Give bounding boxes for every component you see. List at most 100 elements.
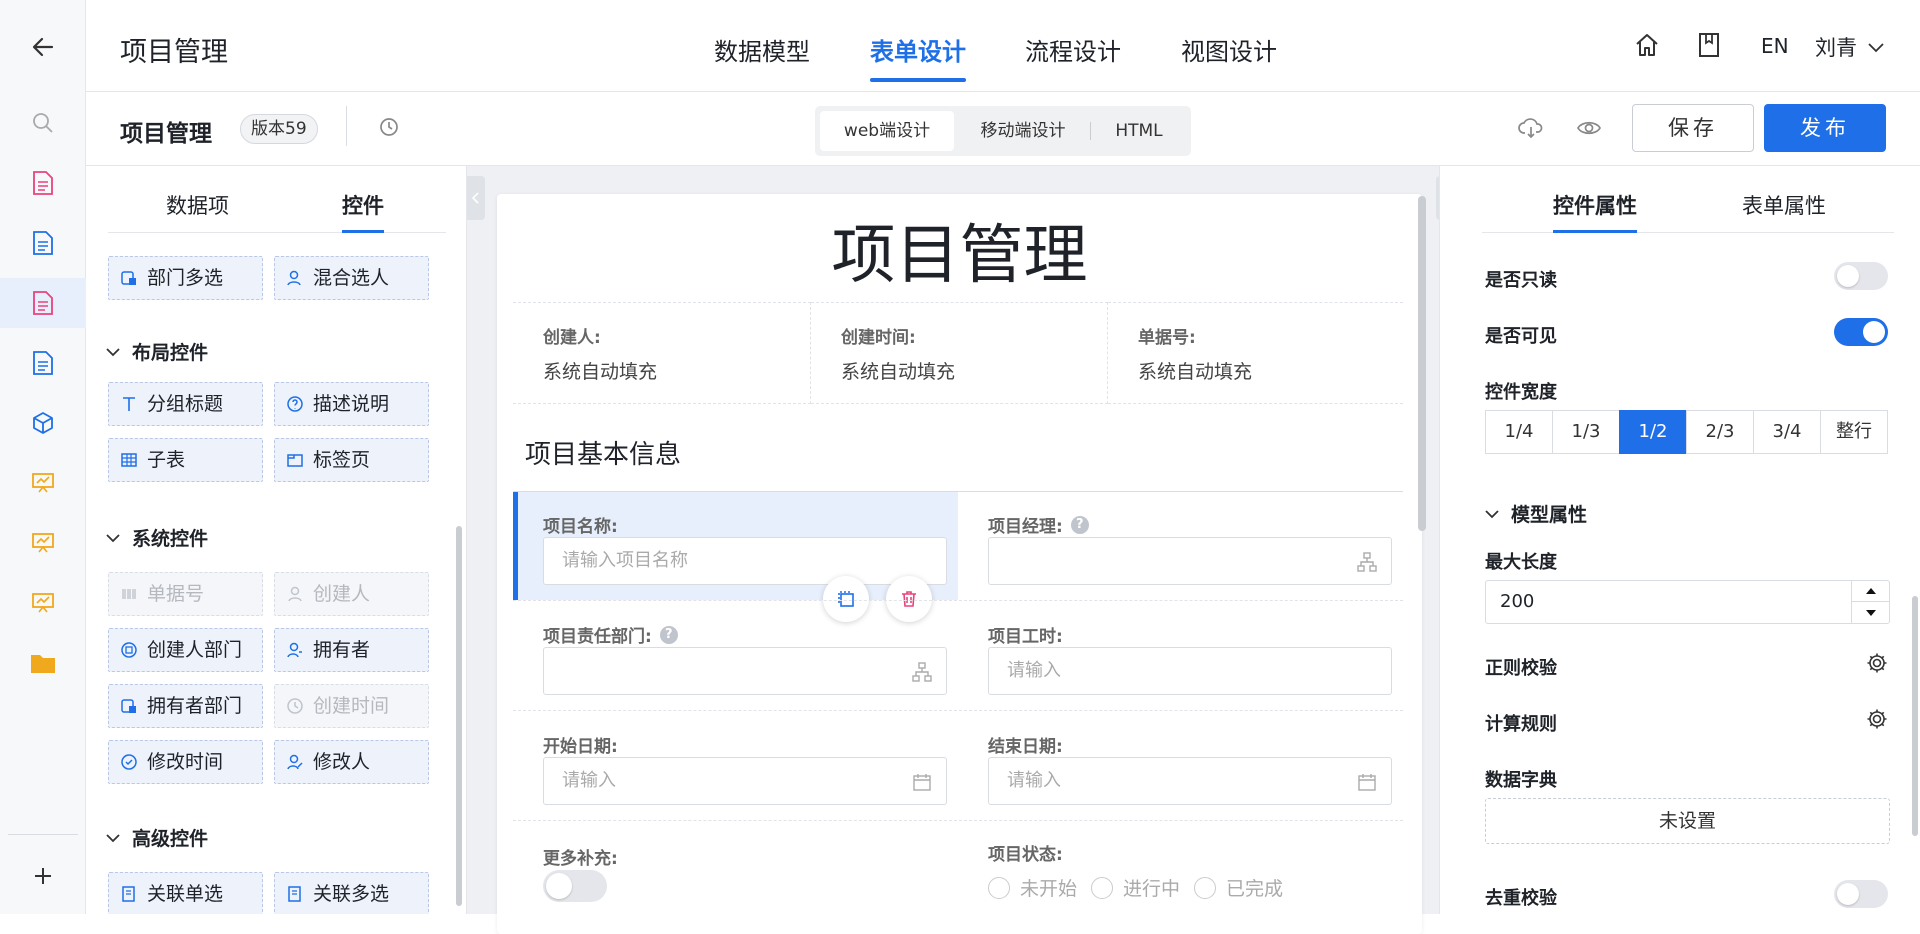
control-modifier[interactable]: 修改人 [274, 740, 429, 784]
more-toggle[interactable] [543, 870, 607, 902]
sys-field-created-time[interactable]: 创建时间: 系统自动填充 [811, 302, 1108, 404]
tab-form-design[interactable]: 表单设计 [870, 32, 966, 67]
rail-item-doc-2[interactable] [0, 218, 86, 268]
section-system-controls[interactable]: 系统控件 [106, 524, 208, 551]
download-button[interactable] [1518, 116, 1544, 140]
project-name-input[interactable]: 请输入项目名称 [543, 537, 947, 585]
section-advanced-controls[interactable]: 高级控件 [106, 824, 208, 851]
control-owner-dept[interactable]: 拥有者部门 [108, 684, 263, 728]
width-option-1-4[interactable]: 1/4 [1485, 410, 1553, 454]
field-label: 项目名称: [543, 517, 618, 537]
canvas-scrollbar[interactable] [1418, 196, 1426, 531]
status-radio-group: 未开始 进行中 已完成 [988, 874, 1283, 901]
left-scrollbar[interactable] [456, 526, 462, 906]
publish-button[interactable]: 发布 [1764, 104, 1886, 152]
width-option-1-2[interactable]: 1/2 [1619, 410, 1687, 454]
control-created-time: 创建时间 [274, 684, 429, 728]
control-owner[interactable]: 拥有者 [274, 628, 429, 672]
help-icon[interactable]: ? [659, 625, 678, 644]
dedupe-toggle[interactable] [1834, 880, 1888, 908]
control-group-title[interactable]: 分组标题 [108, 382, 263, 426]
project-manager-input[interactable] [988, 537, 1392, 585]
rail-item-chart-3[interactable] [0, 578, 86, 628]
tabs-divider [108, 232, 446, 233]
mode-html[interactable]: HTML [1092, 111, 1186, 151]
control-tabs[interactable]: 标签页 [274, 438, 429, 482]
back-button[interactable] [0, 22, 86, 72]
tab-view-design[interactable]: 视图设计 [1181, 32, 1277, 67]
add-app-button[interactable] [0, 851, 86, 901]
help-icon[interactable]: ? [1070, 515, 1089, 534]
right-scrollbar[interactable] [1912, 596, 1918, 836]
visible-toggle[interactable] [1834, 318, 1888, 346]
rail-item-cube[interactable] [0, 398, 86, 448]
tab-controls[interactable]: 控件 [342, 190, 384, 220]
group-title[interactable]: 项目基本信息 [525, 434, 681, 471]
section-title: 模型属性 [1511, 504, 1588, 526]
home-button[interactable] [1634, 32, 1660, 58]
start-date-input[interactable]: 请输入 [543, 757, 947, 805]
radio-circle [1194, 876, 1217, 899]
tab-form-properties[interactable]: 表单属性 [1742, 190, 1826, 220]
width-option-2-3[interactable]: 2/3 [1686, 410, 1754, 454]
width-option-3-4[interactable]: 3/4 [1753, 410, 1821, 454]
rail-item-folder[interactable] [0, 638, 86, 688]
control-description[interactable]: 描述说明 [274, 382, 429, 426]
rail-item-doc-1[interactable] [0, 158, 86, 208]
form-title[interactable]: 项目管理 [497, 204, 1422, 296]
width-option-full[interactable]: 整行 [1820, 410, 1888, 454]
preview-button[interactable] [1576, 118, 1602, 138]
docs-button[interactable] [1698, 32, 1720, 58]
control-dept-multi[interactable]: 部门多选 [108, 256, 263, 300]
sys-field-doc-number[interactable]: 单据号: 系统自动填充 [1108, 302, 1403, 404]
model-section-header[interactable]: 模型属性 [1485, 500, 1587, 527]
org-tree-icon [912, 662, 932, 682]
toggle-knob [1837, 883, 1859, 905]
end-date-input[interactable]: 请输入 [988, 757, 1392, 805]
control-modified-time[interactable]: 修改时间 [108, 740, 263, 784]
rail-item-chart-1[interactable] [0, 458, 86, 508]
save-button[interactable]: 保存 [1632, 104, 1754, 152]
status-option-not-started[interactable]: 未开始 [988, 874, 1077, 901]
project-hours-input[interactable]: 请输入 [988, 647, 1392, 695]
tab-control-properties[interactable]: 控件属性 [1553, 190, 1637, 220]
collapse-left-button[interactable] [467, 176, 485, 220]
history-button[interactable] [378, 116, 400, 138]
mode-mobile[interactable]: 移动端设计 [957, 111, 1089, 151]
mode-web[interactable]: web端设计 [820, 111, 954, 151]
trash-icon [902, 591, 916, 607]
tab-data-items[interactable]: 数据项 [166, 190, 229, 220]
stepper-up-button[interactable] [1852, 581, 1889, 602]
rail-search[interactable] [0, 98, 86, 148]
control-relation-multi[interactable]: 关联多选 [274, 872, 429, 914]
tab-data-model[interactable]: 数据模型 [714, 32, 810, 67]
sys-field-creator[interactable]: 创建人: 系统自动填充 [513, 302, 811, 404]
section-layout-controls[interactable]: 布局控件 [106, 338, 208, 365]
width-option-1-3[interactable]: 1/3 [1552, 410, 1620, 454]
copy-field-button[interactable] [823, 576, 869, 622]
control-subtable[interactable]: 子表 [108, 438, 263, 482]
regex-settings-button[interactable] [1866, 652, 1888, 678]
project-dept-input[interactable] [543, 647, 947, 695]
language-switch[interactable]: EN [1761, 34, 1789, 58]
status-option-done[interactable]: 已完成 [1194, 874, 1283, 901]
maxlen-input[interactable]: 200 [1485, 580, 1890, 624]
status-option-in-progress[interactable]: 进行中 [1091, 874, 1180, 901]
calc-settings-button[interactable] [1866, 708, 1888, 734]
cloud-download-icon [1518, 118, 1543, 139]
control-creator-dept[interactable]: 创建人部门 [108, 628, 263, 672]
rail-item-chart-2[interactable] [0, 518, 86, 568]
tab-flow-design[interactable]: 流程设计 [1025, 32, 1121, 67]
form-preview: 项目管理 创建人: 系统自动填充 创建时间: 系统自动填充 单据号: 系统自动填… [497, 194, 1422, 934]
user-edit-icon [287, 754, 303, 770]
control-relation-single[interactable]: 关联单选 [108, 872, 263, 914]
control-mixed-user[interactable]: 混合选人 [274, 256, 429, 300]
user-menu[interactable]: 刘青 [1815, 32, 1885, 62]
rail-item-doc-3-active[interactable] [0, 278, 86, 328]
delete-field-button[interactable] [886, 576, 932, 622]
dict-select-button[interactable]: 未设置 [1485, 798, 1890, 844]
readonly-toggle[interactable] [1834, 262, 1888, 290]
control-label: 修改人 [313, 751, 371, 773]
stepper-down-button[interactable] [1852, 602, 1889, 623]
rail-item-doc-4[interactable] [0, 338, 86, 388]
